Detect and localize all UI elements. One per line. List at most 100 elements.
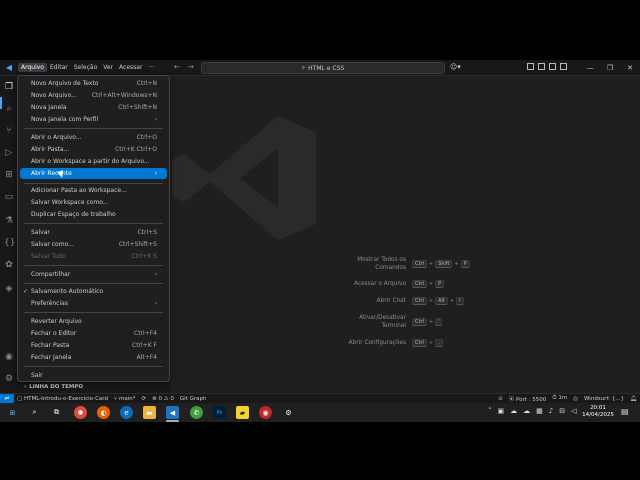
menu-auto-save[interactable]: ✓ Salvamento Automático <box>20 286 167 297</box>
keybinding: Ctrl + ' <box>412 318 443 326</box>
edge-icon[interactable]: e <box>120 406 133 419</box>
menu-more[interactable]: ··· <box>145 63 157 72</box>
menu-open-folder[interactable]: Abrir Pasta... Ctrl+K Ctrl+O <box>20 144 167 155</box>
file-explorer-icon[interactable]: ▬ <box>143 406 156 419</box>
separator <box>24 265 163 266</box>
menu-selecao[interactable]: Seleção <box>71 63 101 72</box>
toggle-panel-icon[interactable] <box>549 63 556 70</box>
vscode-watermark-logo <box>172 116 316 240</box>
live-server-port[interactable]: ⦿ Port : 5500 <box>506 395 550 403</box>
tray-box-icon[interactable]: ▦ <box>536 407 543 415</box>
menu-new-text-file[interactable]: Novo Arquivo de Texto Ctrl+N <box>20 78 167 89</box>
key: , <box>435 339 443 347</box>
menu-arquivo[interactable]: Arquivo <box>18 63 47 72</box>
explorer-icon[interactable]: ❐ <box>4 82 14 92</box>
gear-icon[interactable]: ⚙ <box>4 374 14 384</box>
extension-status-icon[interactable]: ◎ <box>570 396 581 402</box>
notifications-bell-icon[interactable]: 🔔︎ <box>627 396 640 402</box>
chevron-up-icon[interactable]: ˄ <box>488 407 492 415</box>
sync-icon[interactable]: ⟳ <box>139 396 150 402</box>
maximize-button[interactable]: ❐ <box>600 60 620 76</box>
menu-open-recent[interactable]: Abrir Recente › <box>20 168 167 179</box>
menu-close-folder[interactable]: Fechar Pasta Ctrl+K F <box>20 340 167 351</box>
clock-time: 20:01 <box>590 405 606 411</box>
command-center-search[interactable]: ⌕ HTML e CSS <box>201 62 445 74</box>
source-control-icon[interactable]: ⑂ <box>4 126 14 136</box>
task-view-icon[interactable]: ⧉ <box>50 406 63 419</box>
menu-acessar[interactable]: Acessar <box>116 63 145 72</box>
git-graph-button[interactable]: Git Graph <box>177 396 210 402</box>
menu-open-workspace[interactable]: Abrir o Workspace a partir do Arquivo... <box>20 156 167 167</box>
taskbar-search-icon[interactable]: ⌕ <box>28 406 41 419</box>
menu-add-folder-workspace[interactable]: Adicionar Pasta ao Workspace... <box>20 185 167 196</box>
testing-icon[interactable]: ⚗ <box>4 216 14 226</box>
volume-icon[interactable]: ◁ <box>571 407 576 415</box>
speaker-icon[interactable]: ♪ <box>549 407 553 415</box>
menu-save-all[interactable]: Salvar Tudo Ctrl+K S <box>20 251 167 262</box>
copilot-icon[interactable]: ☺▾ <box>450 63 461 71</box>
photoshop-icon[interactable]: Ps <box>213 406 226 419</box>
menu-share[interactable]: Compartilhar › <box>20 269 167 280</box>
menu-revert-file[interactable]: Reverter Arquivo <box>20 316 167 327</box>
problems-indicator[interactable]: ⊗ 0 ⚠ 0 <box>149 396 177 402</box>
toggle-secondary-sidebar-icon[interactable] <box>560 63 567 70</box>
separator <box>24 223 163 224</box>
remote-explorer-icon[interactable]: ▭ <box>4 192 14 202</box>
extensions-icon[interactable]: ⊞ <box>4 170 14 180</box>
menu-new-file[interactable]: Novo Arquivo... Ctrl+Alt+Windows+N <box>20 90 167 101</box>
timeline-section[interactable]: › LINHA DO TEMPO <box>18 381 170 391</box>
json-icon[interactable]: {} <box>4 238 15 248</box>
firefox-icon[interactable]: ◐ <box>97 406 110 419</box>
chrome-icon[interactable]: ● <box>74 406 87 419</box>
taskbar-clock[interactable]: 20:01 14/04/2025 <box>580 405 616 419</box>
repo-name[interactable]: ▢ HTML-Introdu-o-Exercicio-Card <box>14 396 111 402</box>
forward-arrow-icon[interactable]: → <box>188 63 194 71</box>
active-app-indicator <box>166 420 179 422</box>
back-arrow-icon[interactable]: ← <box>174 63 180 71</box>
search-icon[interactable]: ⌕ <box>4 104 14 114</box>
cloud-icon[interactable]: ☁ <box>523 407 530 415</box>
remote-indicator-icon[interactable]: ⇌ <box>0 393 14 404</box>
menu-new-window-profile[interactable]: Nova Janela com Perfil › <box>20 114 167 125</box>
menu-save[interactable]: Salvar Ctrl+S <box>20 227 167 238</box>
sticky-notes-icon[interactable]: ▰ <box>236 406 249 419</box>
git-branch[interactable]: ⑂ main* <box>111 396 139 402</box>
windsurf-status[interactable]: Windsurf: {...} <box>581 396 627 402</box>
time-tracker[interactable]: ⏱ 1m <box>549 395 570 402</box>
key: I <box>456 297 464 305</box>
screen-recorder-icon[interactable]: ◉ <box>259 406 272 419</box>
menu-editar[interactable]: Editar <box>47 63 71 72</box>
menu-new-window[interactable]: Nova Janela Ctrl+Shift+N <box>20 102 167 113</box>
close-button[interactable]: ✕ <box>620 60 640 76</box>
chevron-right-icon: › <box>154 116 157 123</box>
search-text: HTML e CSS <box>308 64 345 72</box>
menu-open-file[interactable]: Abrir o Arquivo... Ctrl+O <box>20 132 167 143</box>
menu-exit[interactable]: Sair <box>20 370 167 381</box>
notification-center-icon[interactable]: ▤ <box>621 407 629 416</box>
system-tray: ˄ ▣ ☁ ☁ ▦ ♪ ⊟ ◁ <box>488 407 576 415</box>
toggle-layout-icon[interactable] <box>527 63 534 70</box>
onedrive-icon[interactable]: ☁ <box>510 407 517 415</box>
menu-ver[interactable]: Ver <box>100 63 116 72</box>
toggle-primary-sidebar-icon[interactable] <box>538 63 545 70</box>
menu-save-as[interactable]: Salvar como... Ctrl+Shift+S <box>20 239 167 250</box>
broadcast-icon[interactable]: ⊙ <box>495 396 506 402</box>
chevron-right-icon: › <box>154 170 157 177</box>
menu-duplicate-workspace[interactable]: Duplicar Espaço de trabalho <box>20 209 167 220</box>
tray-app-icon[interactable]: ▣ <box>498 407 505 415</box>
settings-gear-icon[interactable]: ⚙ <box>282 406 295 419</box>
menu-close-editor[interactable]: Fechar o Editor Ctrl+F4 <box>20 328 167 339</box>
paw-icon[interactable]: ✿ <box>4 260 14 270</box>
menu-preferences[interactable]: Preferências › <box>20 298 167 309</box>
vscode-taskbar-icon[interactable]: ◀ <box>166 406 179 419</box>
menu-save-workspace-as[interactable]: Salvar Workspace como... <box>20 197 167 208</box>
minimize-button[interactable]: — <box>580 60 600 76</box>
run-debug-icon[interactable]: ▷ <box>4 148 14 158</box>
menu-close-window[interactable]: Fechar Janela Alt+F4 <box>20 352 167 363</box>
network-icon[interactable]: ⊟ <box>559 407 565 415</box>
keybinding: Ctrl + P <box>412 280 445 288</box>
windsurf-icon[interactable]: ◈ <box>4 284 14 294</box>
windows-start-icon[interactable]: ⊞ <box>6 406 19 419</box>
account-icon[interactable]: ◉ <box>4 352 14 362</box>
whatsapp-icon[interactable]: ✆ <box>190 406 203 419</box>
